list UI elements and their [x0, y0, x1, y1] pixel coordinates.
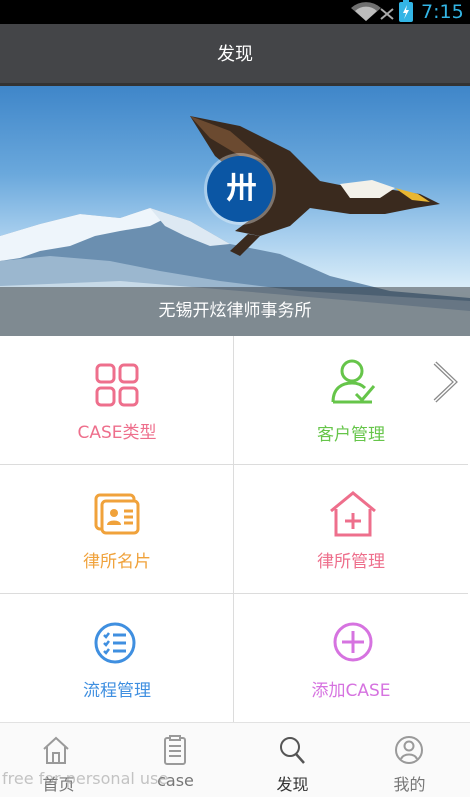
- tab-label: 我的: [393, 775, 426, 794]
- grid-item-label: 添加CASE: [311, 681, 391, 701]
- battery-icon: [399, 0, 413, 22]
- grid-item-label: CASE类型: [77, 423, 157, 443]
- feature-grid: CASE类型 客户管理 律所名片 律所管理 流程管理 添加CASE: [0, 336, 470, 723]
- grid-item-label: 律所名片: [83, 552, 151, 572]
- banner-caption: 无锡开炫律师事务所: [158, 301, 312, 321]
- banner[interactable]: 卅 无锡开炫律师事务所: [0, 86, 470, 336]
- home-icon: [43, 736, 69, 764]
- grid-icon: [95, 363, 139, 407]
- grid-item-firm-management[interactable]: 律所管理: [234, 465, 468, 594]
- page-title: 发现: [217, 44, 253, 65]
- grid-item-case-type[interactable]: CASE类型: [0, 336, 234, 465]
- grid-item-label: 客户管理: [317, 425, 385, 445]
- grid-item-label: 律所管理: [317, 552, 385, 572]
- tab-discover[interactable]: 发现: [234, 723, 351, 798]
- user-check-icon: [331, 359, 376, 404]
- grid-item-firm-card[interactable]: 律所名片: [0, 465, 234, 594]
- firm-logo-text: 卅: [226, 171, 257, 206]
- house-plus-icon: [330, 491, 376, 537]
- profile-icon: [395, 736, 423, 764]
- tab-mine[interactable]: 我的: [351, 723, 468, 798]
- search-icon: [280, 737, 305, 764]
- chevron-right-icon[interactable]: [430, 360, 460, 404]
- grid-item-process-management[interactable]: 流程管理: [0, 594, 234, 723]
- wifi-icon: [351, 2, 381, 21]
- document-icon: [164, 735, 186, 765]
- status-time: 7:15: [421, 1, 464, 23]
- status-bar: 7:15: [0, 0, 470, 24]
- watermark: free for personal use: [2, 769, 169, 788]
- business-card-icon: [94, 493, 140, 535]
- signal-x-icon: [380, 8, 394, 20]
- plus-circle-icon: [333, 622, 373, 662]
- grid-item-label: 流程管理: [83, 681, 151, 701]
- grid-item-add-case[interactable]: 添加CASE: [234, 594, 468, 723]
- firm-logo: 卅: [207, 156, 273, 222]
- title-bar: 发现: [0, 24, 470, 86]
- list-check-icon: [94, 622, 136, 664]
- tab-label: 发现: [276, 775, 309, 794]
